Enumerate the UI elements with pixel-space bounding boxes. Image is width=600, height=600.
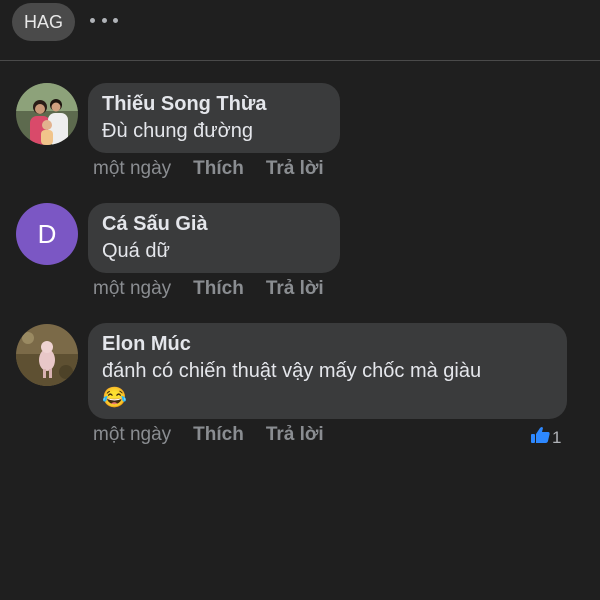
comment-author[interactable]: Thiếu Song Thừa — [102, 91, 326, 117]
reply-button[interactable]: Trả lời — [266, 278, 324, 300]
more-horizontal-icon[interactable] — [90, 10, 118, 30]
comment-bubble: Thiếu Song Thừa Đù chung đường — [88, 83, 340, 153]
comment-text: Quá dữ — [102, 240, 170, 262]
comment-bubble: Elon Múc đánh có chiến thuật vậy mấy chố… — [88, 323, 567, 419]
comment-time[interactable]: một ngày — [93, 158, 171, 180]
comment-time[interactable]: một ngày — [93, 424, 171, 446]
top-bar: HAG — [0, 0, 600, 61]
like-button[interactable]: Thích — [193, 424, 244, 446]
comment-actions: một ngày Thích Trả lời — [93, 158, 324, 180]
comment-text: Đù chung đường — [102, 120, 254, 142]
reaction-summary[interactable]: 1 — [530, 426, 561, 449]
like-button[interactable]: Thích — [193, 278, 244, 300]
reaction-count: 1 — [552, 427, 562, 447]
reply-button[interactable]: Trả lời — [266, 158, 324, 180]
comment-bubble: Cá Sấu Già Quá dữ — [88, 203, 340, 273]
avatar[interactable]: D — [16, 203, 78, 265]
comment-actions: một ngày Thích Trả lời — [93, 424, 324, 446]
comment-author[interactable]: Elon Múc — [102, 331, 553, 357]
laughing-emoji: 😂 — [102, 387, 127, 409]
thumbs-up-icon — [530, 426, 550, 449]
like-button[interactable]: Thích — [193, 158, 244, 180]
comment-time[interactable]: một ngày — [93, 278, 171, 300]
avatar[interactable] — [16, 324, 78, 386]
comment-author[interactable]: Cá Sấu Già — [102, 211, 326, 237]
hag-tag[interactable]: HAG — [12, 3, 76, 41]
avatar[interactable] — [16, 83, 78, 145]
comment-actions: một ngày Thích Trả lời — [93, 278, 324, 300]
reply-button[interactable]: Trả lời — [266, 424, 324, 446]
avatar-letter: D — [37, 219, 57, 249]
comment-text: đánh có chiến thuật vậy mấy chốc mà giàu — [102, 360, 482, 382]
